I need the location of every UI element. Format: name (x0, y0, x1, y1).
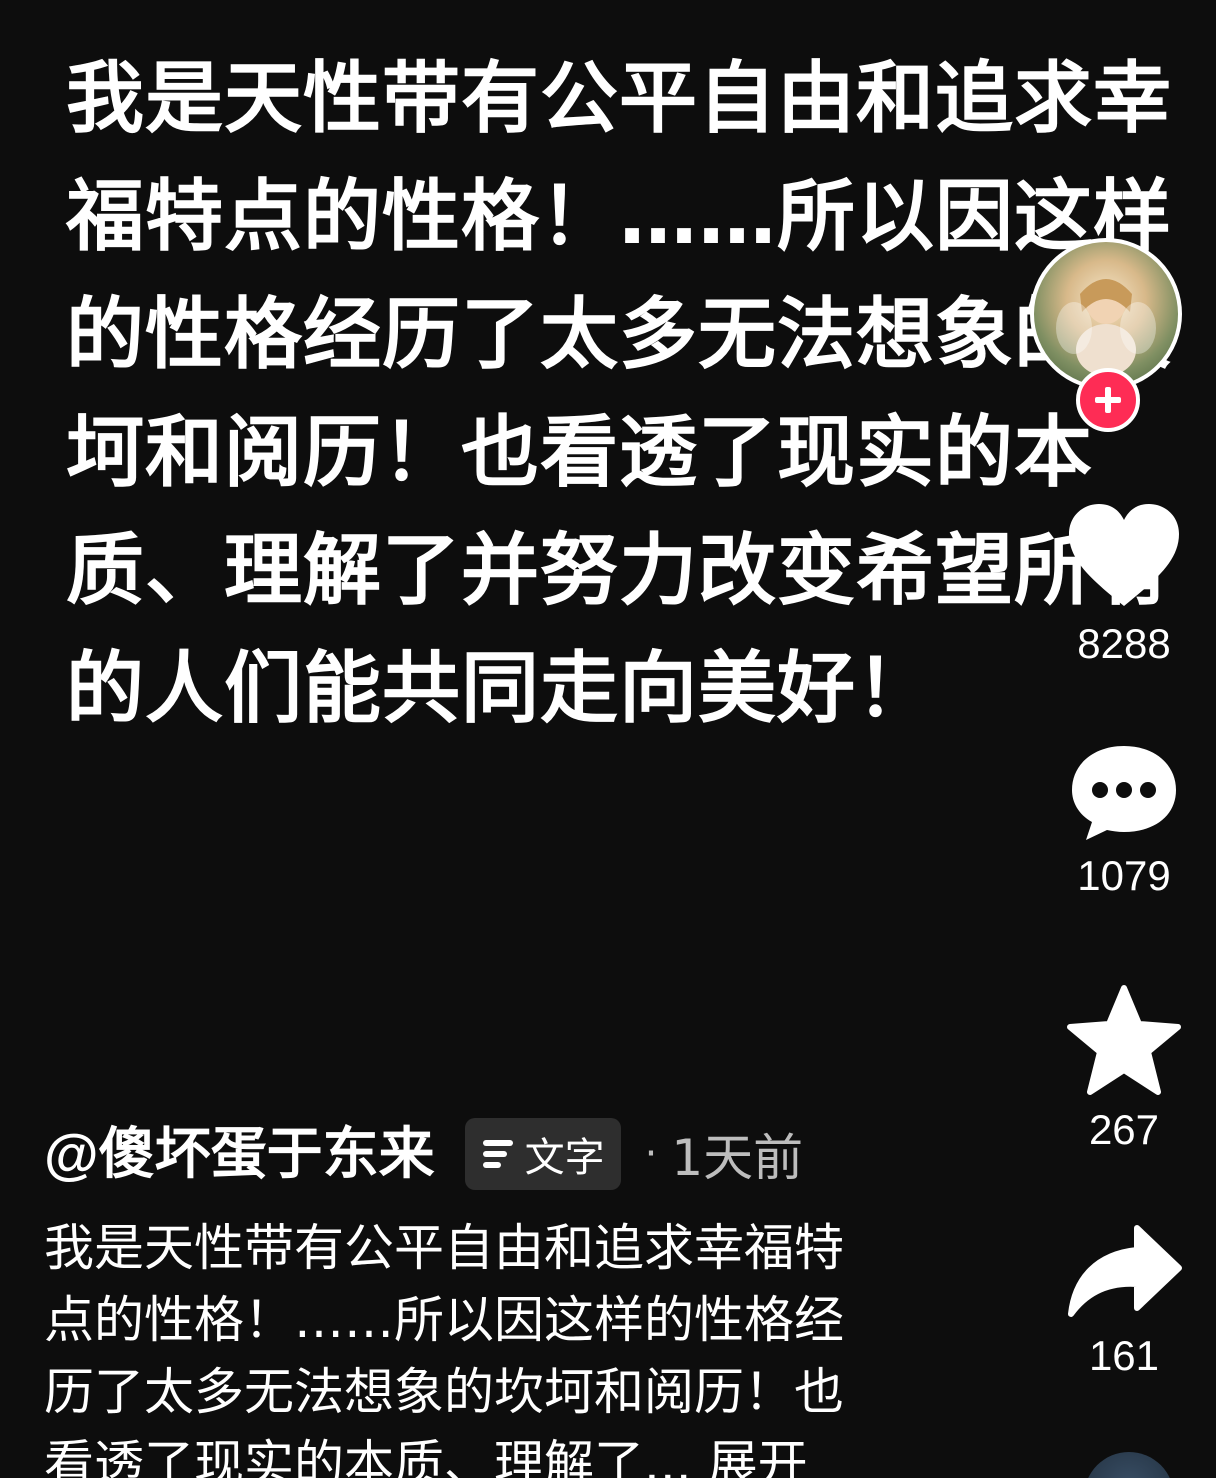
comment-icon (1072, 746, 1176, 840)
plus-icon (1095, 387, 1121, 413)
comment-button[interactable]: 1079 (1044, 742, 1204, 900)
favorite-count: 267 (1088, 1106, 1160, 1153)
overlay-line: 坷和阅历！也看透了现实的本 (66, 408, 1094, 498)
share-icon (1068, 1225, 1182, 1317)
overlay-line: 福特点的性格！……所以因这样 (66, 172, 1173, 262)
like-count: 8288 (1077, 620, 1171, 667)
heart-icon (1069, 504, 1179, 606)
author-avatar-group (1030, 238, 1190, 432)
comment-count: 1079 (1077, 852, 1171, 899)
author-row: @傻坏蛋于东来 文字 · 1天前 (44, 1112, 803, 1196)
caption-line: 点的性格！……所以因这样的性格经 (44, 1291, 844, 1349)
share-count: 161 (1088, 1332, 1160, 1379)
video-screen: 我是天性带有公平自由和追求幸 福特点的性格！……所以因这样 的性格经历了太多无法… (0, 0, 1216, 1478)
text-tag-label: 文字 (524, 1135, 605, 1181)
text-lines-icon (482, 1140, 513, 1168)
post-time: 1天前 (671, 1129, 804, 1187)
overlay-line: 的性格经历了太多无法想象的坎 (66, 290, 1173, 380)
caption-line: 看透了现实的本质、理解了... 展开 (44, 1435, 808, 1478)
text-tag[interactable]: 文字 (464, 1118, 621, 1190)
avatar-image (1056, 279, 1156, 376)
separator-dot: · (644, 1131, 658, 1177)
overlay-line: 质、理解了并努力改变希望所有 (66, 526, 1173, 616)
video-overlay-text: 我是天性带有公平自由和追求幸 福特点的性格！……所以因这样 的性格经历了太多无法… (66, 40, 1173, 748)
favorite-button[interactable]: 267 (1044, 984, 1204, 1154)
caption-line: 我是天性带有公平自由和追求幸福特 (44, 1219, 844, 1277)
action-rail: 8288 1079 267 161 (1030, 0, 1216, 1478)
star-icon (1067, 985, 1181, 1095)
like-button[interactable]: 8288 (1044, 500, 1204, 668)
share-button[interactable]: 161 (1044, 1222, 1204, 1380)
caption[interactable]: 我是天性带有公平自由和追求幸福特 点的性格！……所以因这样的性格经 历了太多无法… (44, 1212, 884, 1478)
overlay-line: 的人们能共同走向美好！ (66, 644, 936, 734)
music-disc[interactable] (1084, 1452, 1174, 1478)
overlay-line: 我是天性带有公平自由和追求幸 (66, 54, 1173, 144)
caption-line: 历了太多无法想象的坎坷和阅历！也 (44, 1363, 844, 1421)
author-name[interactable]: @傻坏蛋于东来 (44, 1112, 435, 1196)
follow-button[interactable] (1076, 368, 1140, 432)
